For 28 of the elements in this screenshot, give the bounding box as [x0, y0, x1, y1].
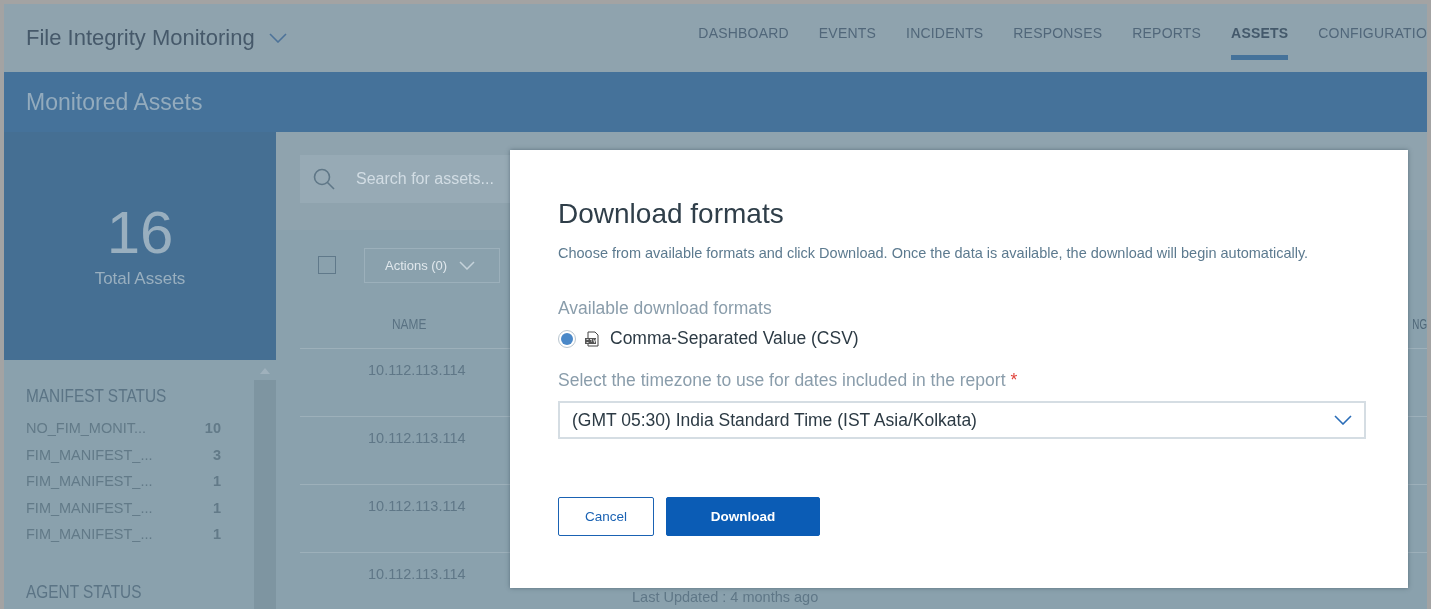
cancel-button[interactable]: Cancel [558, 497, 654, 536]
timezone-label: Select the timezone to use for dates included in the report * [558, 370, 1019, 391]
download-button[interactable]: Download [666, 497, 820, 536]
dialog-title: Download formats [558, 198, 785, 230]
page-title: Monitored Assets [26, 88, 203, 116]
select-all-checkbox[interactable] [318, 256, 336, 274]
search-icon [312, 167, 336, 191]
nav-tab[interactable]: INCIDENTS [906, 4, 984, 72]
format-label[interactable]: Comma-Separated Value (CSV) [610, 328, 859, 349]
timezone-select[interactable]: (GMT 05:30) India Standard Time (IST Asia/Kolkata) [558, 401, 1366, 439]
app-title[interactable]: File Integrity Monitoring [26, 25, 255, 51]
column-header[interactable]: NG [1412, 316, 1427, 332]
formats-label: Available download formats [558, 298, 773, 319]
file-icon [584, 330, 600, 347]
chevron-down-icon [459, 260, 476, 270]
asset-count: 16 [106, 203, 174, 263]
nav-tab[interactable]: CONFIGURATIO [1318, 4, 1427, 72]
nav-tab[interactable]: EVENTS [818, 4, 877, 72]
dialog-description: Choose from available formats and click Download. Once the data is available, the download will begin automatically. [558, 245, 1310, 261]
nav-tab[interactable]: ASSETS [1231, 4, 1289, 72]
chevron-down-icon[interactable] [268, 33, 287, 43]
nav-tab[interactable]: RESPONSES [1013, 4, 1103, 72]
nav-tab[interactable]: DASHBOARD [698, 4, 789, 72]
asset-count-label: Total Assets [94, 269, 186, 289]
format-radio[interactable] [558, 329, 576, 348]
chevron-down-icon [1334, 415, 1352, 425]
actions-dropdown[interactable]: Actions (0) [364, 247, 500, 283]
nav-tab[interactable]: REPORTS [1132, 4, 1202, 72]
